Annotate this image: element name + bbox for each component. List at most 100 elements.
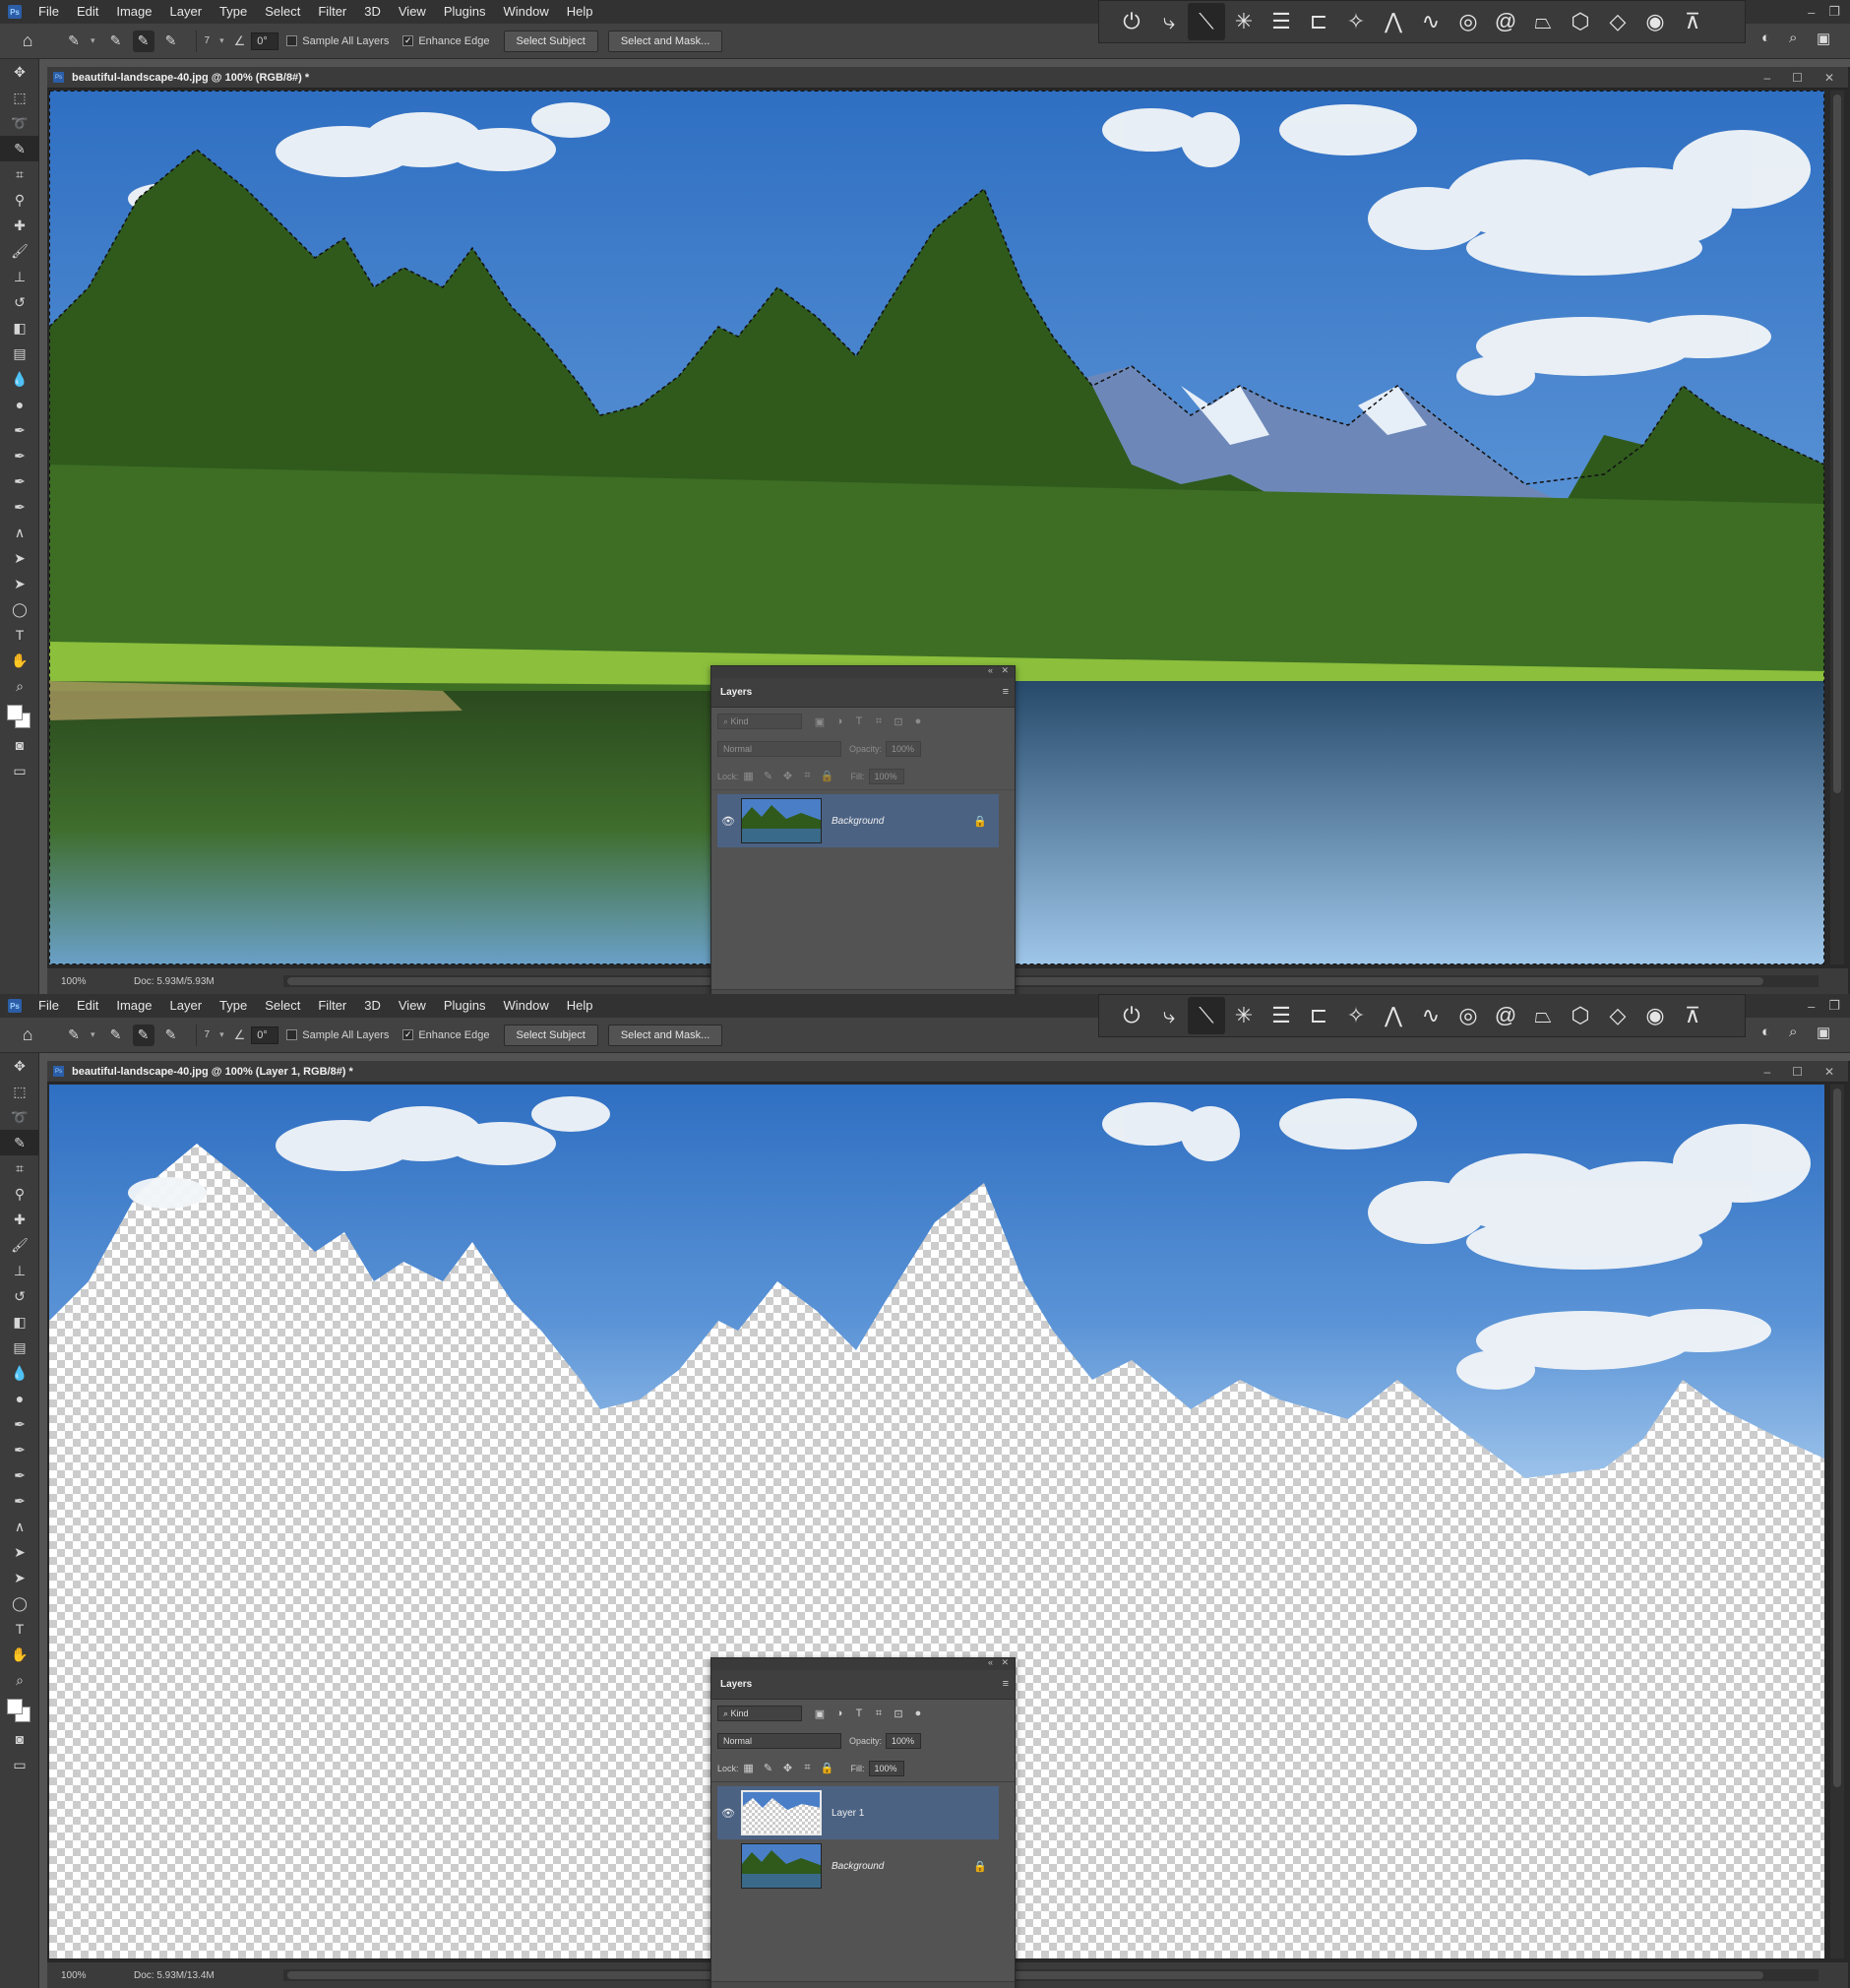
gradient-tool-icon[interactable]: ▤ bbox=[0, 341, 39, 366]
foreground-color-swatch[interactable] bbox=[7, 705, 23, 720]
menu-edit[interactable]: Edit bbox=[68, 0, 107, 24]
user-icon[interactable]: ◐ bbox=[1761, 30, 1770, 46]
close-panel-icon[interactable]: ✕ bbox=[1001, 665, 1009, 676]
foreground-color-swatch[interactable] bbox=[7, 1699, 23, 1714]
convert-point-tool-icon[interactable]: ∧ bbox=[0, 1514, 39, 1539]
dodge-tool-icon[interactable]: ● bbox=[0, 392, 39, 417]
clone-stamp-tool-icon[interactable]: ⊥ bbox=[0, 1258, 39, 1283]
diamond-icon[interactable]: ◇ bbox=[1599, 3, 1636, 40]
restore-icon[interactable]: ❐ bbox=[1828, 4, 1840, 20]
bracket-icon[interactable]: ⊏ bbox=[1300, 997, 1337, 1034]
brush-tool-icon[interactable]: 🖌 bbox=[0, 238, 39, 264]
path-selection-tool-icon[interactable]: ➤ bbox=[0, 545, 39, 571]
eraser-tool-icon[interactable]: ◧ bbox=[0, 315, 39, 341]
globe-icon[interactable]: ◉ bbox=[1636, 997, 1674, 1034]
restore-icon[interactable]: ❐ bbox=[1828, 998, 1840, 1014]
sample-all-layers-checkbox[interactable]: Sample All Layers bbox=[286, 1029, 389, 1041]
menu-help[interactable]: Help bbox=[558, 994, 602, 1018]
menu-plugins[interactable]: Plugins bbox=[435, 994, 495, 1018]
panel-menu-icon[interactable]: ≡ bbox=[1003, 686, 1009, 698]
type-tool-icon[interactable]: T bbox=[0, 1616, 39, 1642]
ellipse-tool-icon[interactable]: ◯ bbox=[0, 1590, 39, 1616]
close-panel-icon[interactable]: ✕ bbox=[1001, 1657, 1009, 1668]
brush-tool-icon[interactable]: 🖌 bbox=[0, 1232, 39, 1258]
crop-tool-icon[interactable]: ⌗ bbox=[0, 1155, 39, 1181]
spiral-icon[interactable]: @ bbox=[1487, 997, 1524, 1034]
menu-view[interactable]: View bbox=[390, 994, 435, 1018]
marquee-tool-icon[interactable]: ⬚ bbox=[0, 1079, 39, 1104]
curve-path-icon[interactable]: ⤷ bbox=[1150, 997, 1188, 1034]
brush-picker-chevron-icon[interactable]: ▾ bbox=[219, 35, 224, 46]
blend-mode-select[interactable]: Normal bbox=[717, 1733, 841, 1749]
pen-tool-icon[interactable]: ✒ bbox=[0, 1411, 39, 1437]
minimize-icon[interactable]: – bbox=[1808, 999, 1815, 1014]
compass-icon[interactable]: ⊼ bbox=[1674, 3, 1711, 40]
globe-icon[interactable]: ◉ bbox=[1636, 3, 1674, 40]
kind-filter-select[interactable]: ⌕ Kind bbox=[717, 1706, 802, 1721]
menu-select[interactable]: Select bbox=[256, 994, 309, 1018]
lasso-tool-icon[interactable]: ➰ bbox=[0, 1104, 39, 1130]
lock-artboard-icon[interactable]: ⌗ bbox=[798, 769, 818, 784]
type-filter-icon[interactable]: T bbox=[849, 1706, 869, 1721]
freeform-pen-tool-icon[interactable]: ✒ bbox=[0, 1437, 39, 1462]
quick-selection-tool-icon[interactable]: ✎ bbox=[0, 1130, 39, 1155]
user-icon[interactable]: ◐ bbox=[1761, 1024, 1770, 1040]
blur-tool-icon[interactable]: 💧 bbox=[0, 1360, 39, 1386]
history-brush-tool-icon[interactable]: ↺ bbox=[0, 1283, 39, 1309]
menu-3d[interactable]: 3D bbox=[355, 0, 390, 24]
symmetry-icon[interactable]: ✧ bbox=[1337, 3, 1375, 40]
menu-plugins[interactable]: Plugins bbox=[435, 0, 495, 24]
add-to-selection-icon[interactable]: ✎ bbox=[132, 1024, 154, 1046]
search-icon[interactable]: ⌕ bbox=[1789, 1024, 1797, 1040]
freeform-pen-tool-icon[interactable]: ✒ bbox=[0, 443, 39, 468]
quick-mask-icon[interactable]: ◙ bbox=[0, 732, 39, 758]
power-icon[interactable]: ⏻ bbox=[1113, 3, 1150, 40]
select-and-mask-button[interactable]: Select and Mask... bbox=[607, 30, 723, 52]
vertical-scrollbar[interactable] bbox=[1830, 1085, 1844, 1958]
eyedropper-tool-icon[interactable]: ⚲ bbox=[0, 187, 39, 213]
pixel-filter-icon[interactable]: ▣ bbox=[810, 1706, 830, 1721]
lock-all-icon[interactable]: 🔒 bbox=[818, 769, 837, 784]
layers-tab[interactable]: Layers bbox=[720, 1673, 752, 1696]
vertical-scrollbar[interactable] bbox=[1830, 91, 1844, 964]
menu-layer[interactable]: Layer bbox=[161, 0, 212, 24]
enhance-edge-checkbox[interactable]: ✓ Enhance Edge bbox=[402, 35, 490, 47]
cube-icon[interactable]: ⬡ bbox=[1562, 3, 1599, 40]
add-anchor-tool-icon[interactable]: ✒ bbox=[0, 494, 39, 520]
angle-field[interactable]: 0° bbox=[251, 1025, 279, 1044]
layer-row-background[interactable]: Background 🔒 bbox=[717, 1839, 999, 1893]
perspective-icon[interactable]: ⋀ bbox=[1375, 3, 1412, 40]
new-selection-icon[interactable]: ✎ bbox=[105, 31, 127, 52]
home-icon[interactable]: ⌂ bbox=[14, 28, 41, 55]
direct-selection-tool-icon[interactable]: ➤ bbox=[0, 571, 39, 596]
workspace-icon[interactable]: ▣ bbox=[1817, 30, 1830, 47]
select-subject-button[interactable]: Select Subject bbox=[503, 30, 598, 52]
spiral-icon[interactable]: @ bbox=[1487, 3, 1524, 40]
eyedropper-tool-icon[interactable]: ⚲ bbox=[0, 1181, 39, 1207]
chevron-down-icon[interactable]: ▾ bbox=[91, 1029, 95, 1040]
opacity-field[interactable]: 100% bbox=[886, 1733, 922, 1749]
filter-toggle-icon[interactable]: ● bbox=[908, 714, 928, 729]
pen-tool-icon[interactable]: ✒ bbox=[0, 417, 39, 443]
blend-mode-select[interactable]: Normal bbox=[717, 741, 841, 757]
compass-icon[interactable]: ⊼ bbox=[1674, 997, 1711, 1034]
visibility-eye-icon[interactable]: 👁 bbox=[717, 1807, 739, 1820]
perspective-icon[interactable]: ⋀ bbox=[1375, 997, 1412, 1034]
workspace-icon[interactable]: ▣ bbox=[1817, 1024, 1830, 1041]
add-anchor-tool-icon[interactable]: ✒ bbox=[0, 1488, 39, 1514]
line-tool-icon[interactable]: ⟍ bbox=[1188, 997, 1225, 1034]
eraser-tool-icon[interactable]: ◧ bbox=[0, 1309, 39, 1335]
curvature-pen-tool-icon[interactable]: ✒ bbox=[0, 1462, 39, 1488]
circle-icon[interactable]: ◎ bbox=[1449, 3, 1487, 40]
healing-tool-icon[interactable]: ✚ bbox=[0, 1207, 39, 1232]
select-and-mask-button[interactable]: Select and Mask... bbox=[607, 1024, 723, 1046]
zoom-tool-icon[interactable]: ⌕ bbox=[0, 673, 39, 699]
screen-mode-icon[interactable]: ▭ bbox=[0, 1752, 39, 1777]
adjustment-filter-icon[interactable]: ◑ bbox=[830, 714, 849, 729]
subtract-from-selection-icon[interactable]: ✎ bbox=[160, 1025, 182, 1046]
doc-maximize-icon[interactable]: ☐ bbox=[1792, 71, 1803, 85]
healing-tool-icon[interactable]: ✚ bbox=[0, 213, 39, 238]
power-icon[interactable]: ⏻ bbox=[1113, 997, 1150, 1034]
menu-layer[interactable]: Layer bbox=[161, 994, 212, 1018]
diamond-icon[interactable]: ◇ bbox=[1599, 997, 1636, 1034]
